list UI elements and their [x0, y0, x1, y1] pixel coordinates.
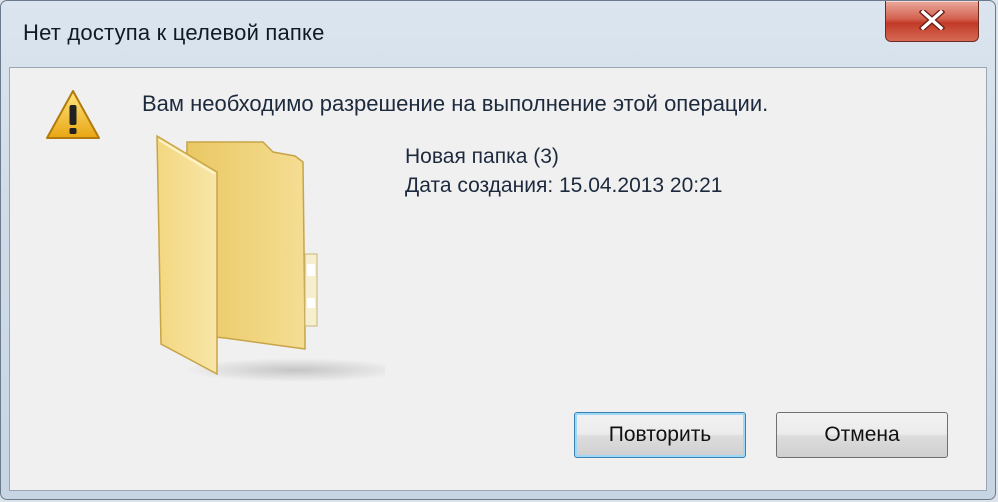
item-date-label: Дата создания:: [405, 174, 554, 197]
warning-icon: [46, 90, 100, 139]
permission-message: Вам необходимо разрешение на выполнение …: [142, 91, 769, 116]
window-title: Нет доступа к целевой папке: [23, 20, 325, 45]
cancel-button[interactable]: Отмена: [776, 412, 948, 458]
close-button[interactable]: [885, 1, 979, 42]
close-icon: [918, 10, 946, 30]
folder-icon: [156, 134, 385, 382]
item-name: Новая папка (3): [405, 145, 559, 168]
retry-button[interactable]: Повторить: [574, 412, 746, 458]
item-date-row: Дата создания: 15.04.2013 20:21: [405, 174, 723, 198]
dialog-window: Нет доступа к целевой папке Вам необходи…: [0, 0, 996, 500]
dialog-content: Вам необходимо разрешение на выполнение …: [9, 67, 987, 491]
item-date-value: 15.04.2013 20:21: [559, 174, 723, 197]
title-bar[interactable]: Нет доступа к целевой папке: [1, 1, 995, 67]
